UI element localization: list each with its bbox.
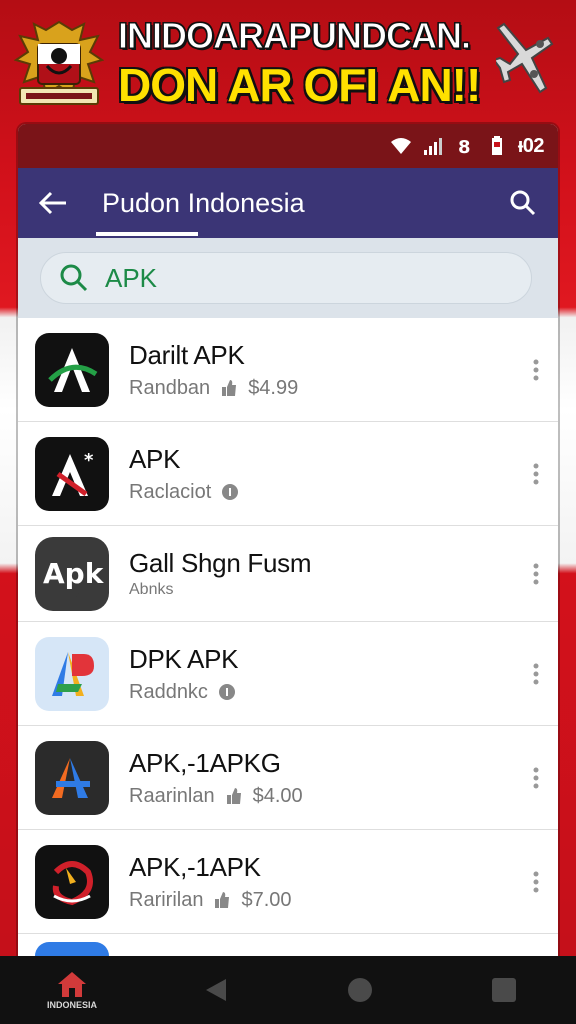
item-publisher: Raclaciot <box>129 480 212 503</box>
item-subtitle: Raririlan $7.00 <box>129 889 514 912</box>
search-button[interactable] <box>488 168 558 238</box>
thumb-icon <box>226 788 241 804</box>
more-options-button[interactable] <box>514 340 558 400</box>
list-item[interactable]: Apk Gall Shgn Fusm Abnks <box>18 526 558 622</box>
list-item[interactable]: APK,-1APKG Raarinlan $4.00 <box>18 726 558 830</box>
battery-icon <box>491 136 502 155</box>
more-vert-icon <box>533 463 539 484</box>
item-title: DPK APK <box>129 643 239 674</box>
search-input[interactable] <box>105 262 485 294</box>
item-text: DPK APK Raddnkc <box>129 644 514 704</box>
item-price: $4.00 <box>252 784 303 807</box>
list-item[interactable]: APK,-1APK Raririlan $7.00 <box>18 830 558 934</box>
item-publisher: Raririlan <box>129 888 204 911</box>
more-options-button[interactable] <box>514 852 558 912</box>
banner-title: INIDOARAPUNDCAN. DON AR OFI AN!! <box>118 15 498 111</box>
item-title: APK <box>129 443 181 474</box>
item-subtitle: Abnks <box>129 581 514 599</box>
home-nav-button[interactable]: INDONESIA <box>32 960 112 1020</box>
a-star-logo-icon: * <box>35 436 109 511</box>
info-icon <box>222 484 239 500</box>
list-item[interactable]: DPK APK Raddnkc <box>18 622 558 726</box>
app-title: Pudon Indonesia <box>102 187 305 218</box>
garuda-emblem-icon <box>14 20 104 105</box>
wifi-icon <box>390 138 411 154</box>
item-text: Gall Shgn Fusm Abnks <box>129 548 514 599</box>
banner-line-1: INIDOARAPUNDCAN. <box>118 15 472 56</box>
recents-button[interactable] <box>464 960 544 1020</box>
thumb-icon <box>215 892 230 908</box>
item-subtitle: Raddnkc <box>129 681 514 704</box>
item-text: APK,-1APK Raririlan $7.00 <box>129 852 514 912</box>
item-subtitle: Raclaciot <box>129 481 514 504</box>
arrow-left-icon <box>38 191 66 215</box>
more-options-button[interactable] <box>514 544 558 604</box>
more-options-button[interactable] <box>514 748 558 808</box>
home-icon <box>58 972 86 997</box>
square-recents-icon <box>492 978 516 1002</box>
item-title: Gall Shgn Fusm <box>129 548 312 578</box>
more-vert-icon <box>533 563 539 584</box>
svg-text:*: * <box>84 450 94 471</box>
item-publisher: Randban <box>129 376 211 399</box>
apk-text-logo-icon: Apk <box>35 536 109 611</box>
app-list: Darilt APK Randban $4.99 * APK Raclaciot… <box>18 318 558 964</box>
airplane-icon <box>496 22 554 94</box>
system-nav-bar: INDONESIA <box>0 956 576 1024</box>
search-icon <box>510 190 536 216</box>
search-box[interactable] <box>40 252 532 304</box>
search-icon <box>60 264 88 292</box>
home-label: INDONESIA <box>46 1000 97 1010</box>
info-icon <box>218 684 235 700</box>
more-vert-icon <box>533 663 539 684</box>
item-publisher: Raddnkc <box>129 680 208 703</box>
sync-icon: 8 <box>458 137 471 156</box>
more-options-button[interactable] <box>514 444 558 504</box>
item-text: Darilt APK Randban $4.99 <box>129 340 514 400</box>
promo-banner: INIDOARAPUNDCAN. DON AR OFI AN!! <box>0 0 576 122</box>
item-subtitle: Randban $4.99 <box>129 377 514 400</box>
item-title: APK,-1APKG <box>129 747 281 778</box>
more-vert-icon <box>533 767 539 788</box>
phone-screen: 8 ᵻ02 Pudon Indonesia APK Darilt APK Ran… <box>18 124 558 964</box>
signal-icon <box>423 138 442 155</box>
item-title: APK,-1APK <box>129 851 261 882</box>
triangle-back-icon <box>206 979 226 1001</box>
item-price: $7.00 <box>241 888 292 911</box>
more-vert-icon <box>533 359 539 380</box>
item-title: Darilt APK <box>129 339 245 370</box>
item-text: APK,-1APKG Raarinlan $4.00 <box>129 748 514 808</box>
item-text: APK Raclaciot <box>129 444 514 504</box>
red-swirl-logo-icon <box>35 844 109 919</box>
svg-text:Apk: Apk <box>43 557 105 590</box>
list-item[interactable]: Darilt APK Randban $4.99 <box>18 318 558 422</box>
svg-text:8: 8 <box>458 137 471 156</box>
item-publisher: Abnks <box>129 581 174 598</box>
blue-orange-a-logo-icon <box>35 740 109 815</box>
back-button[interactable] <box>18 168 88 238</box>
item-price: $4.99 <box>248 376 299 399</box>
more-vert-icon <box>533 871 539 892</box>
list-item[interactable]: * APK Raclaciot <box>18 422 558 526</box>
home-circle-button[interactable] <box>320 960 400 1020</box>
back-nav-button[interactable] <box>176 960 256 1020</box>
search-area <box>18 238 558 318</box>
item-subtitle: Raarinlan $4.00 <box>129 785 514 808</box>
more-options-button[interactable] <box>514 644 558 704</box>
item-publisher: Raarinlan <box>129 784 215 807</box>
status-time: ᵻ02 <box>517 134 545 157</box>
status-bar: 8 ᵻ02 <box>18 124 558 168</box>
a-logo-icon <box>35 332 109 407</box>
app-bar: Pudon Indonesia <box>18 168 558 238</box>
colorful-a-logo-icon <box>35 636 109 711</box>
banner-line-2: DON AR OFI AN!! <box>118 59 481 111</box>
circle-home-icon <box>348 978 372 1002</box>
thumb-icon <box>222 380 237 396</box>
tab-indicator <box>96 232 198 236</box>
